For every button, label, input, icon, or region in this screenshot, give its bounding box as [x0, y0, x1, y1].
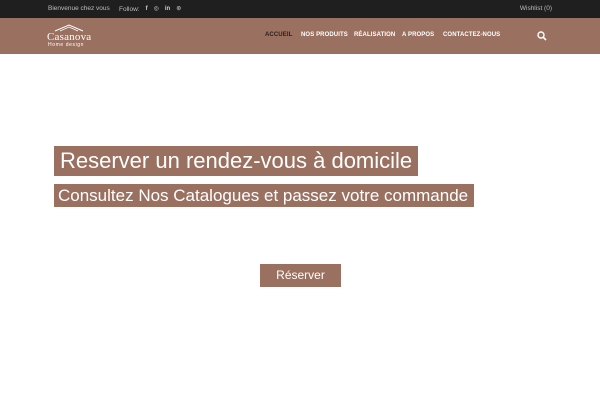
site-logo[interactable]: Casanova Home design — [47, 24, 93, 50]
hero-subtitle: Consultez Nos Catalogues et passez votre… — [54, 184, 475, 207]
nav-item-nos-produits[interactable]: NOS PRODUITS — [301, 32, 348, 38]
nav-item-accueil[interactable]: ACCUEIL — [265, 32, 292, 38]
main-navbar: Casanova Home design ACCUEIL NOS PRODUIT… — [0, 18, 600, 54]
pinterest-icon[interactable]: ⊛ — [176, 5, 181, 13]
wishlist-link[interactable]: Wishlist (0) — [520, 5, 552, 12]
linkedin-icon[interactable]: in — [165, 5, 170, 13]
instagram-icon[interactable]: ◎ — [154, 5, 159, 13]
hero-title: Reserver un rendez-vous à domicile — [54, 146, 419, 176]
facebook-icon[interactable]: f — [146, 5, 148, 13]
nav-item-realisation[interactable]: RÉALISATION — [354, 32, 395, 38]
top-bar: Bienvenue chez vous Follow: f ◎ in ⊛ Wis… — [0, 0, 600, 18]
follow-label: Follow: — [119, 5, 140, 13]
nav-item-a-propos[interactable]: A PROPOS — [402, 32, 434, 38]
nav-item-contactez-nous[interactable]: CONTACTEZ-NOUS — [443, 32, 500, 38]
logo-tagline: Home design — [48, 42, 85, 48]
search-icon[interactable] — [537, 31, 547, 41]
reserve-button[interactable]: Réserver — [260, 264, 341, 287]
welcome-text: Bienvenue chez vous — [48, 5, 110, 12]
social-follow: Follow: f ◎ in ⊛ — [119, 5, 181, 13]
